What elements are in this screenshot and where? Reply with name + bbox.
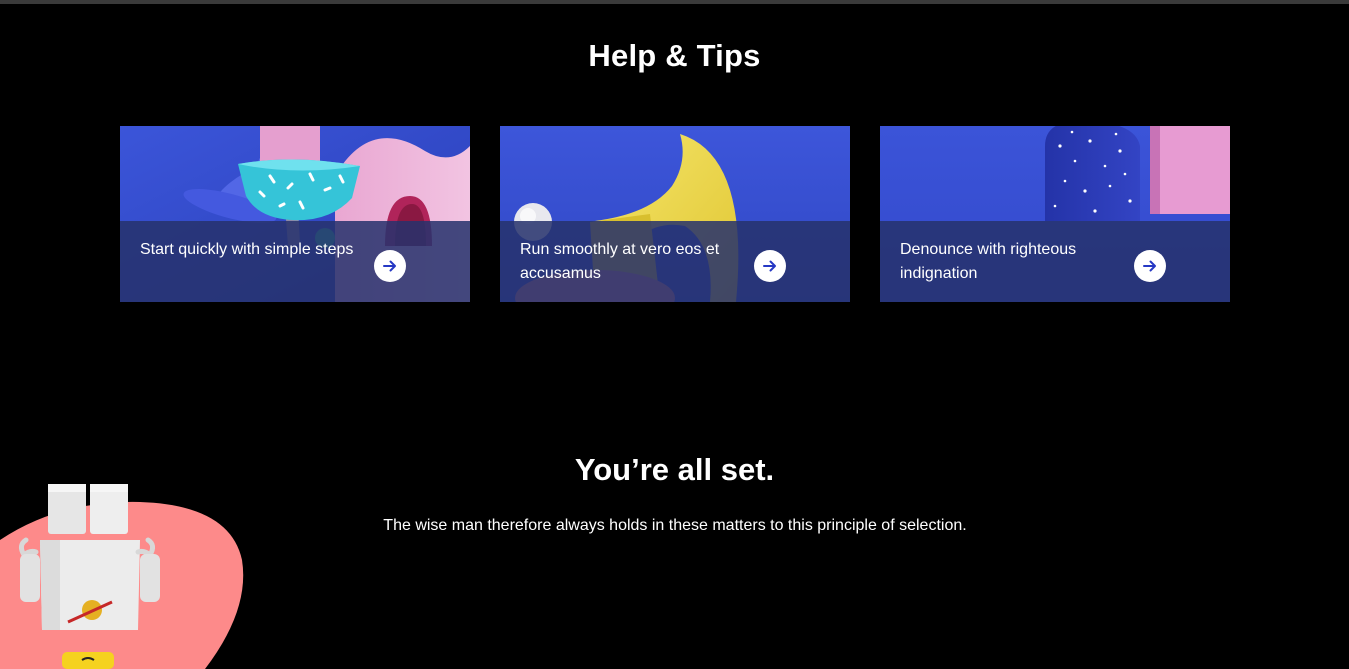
- card-arrow-button[interactable]: [1134, 250, 1166, 282]
- card-label: Run smoothly at vero eos et accusamus: [520, 241, 720, 282]
- card-label: Denounce with righteous indignation: [900, 241, 1077, 282]
- card-arrow-button[interactable]: [754, 250, 786, 282]
- page: Help & Tips Start quickly with simple st…: [0, 0, 1349, 669]
- card-arrow-button[interactable]: [374, 250, 406, 282]
- help-cards: Start quickly with simple steps Run smoo…: [120, 126, 1230, 302]
- help-card-denounce[interactable]: Denounce with righteous indignation: [880, 126, 1230, 302]
- help-section-title: Help & Tips: [588, 38, 761, 73]
- arrow-right-icon: [1143, 260, 1156, 272]
- card-label: Start quickly with simple steps: [140, 241, 354, 258]
- help-card-start-quickly[interactable]: Start quickly with simple steps: [120, 126, 470, 302]
- help-card-run-smoothly[interactable]: Run smoothly at vero eos et accusamus: [500, 126, 850, 302]
- arrow-right-icon: [383, 260, 396, 272]
- astronaut-minifigure-illustration: [0, 484, 244, 669]
- arrow-right-icon: [763, 260, 776, 272]
- all-set-description: The wise man therefore always holds in t…: [383, 517, 967, 534]
- top-border: [0, 0, 1349, 4]
